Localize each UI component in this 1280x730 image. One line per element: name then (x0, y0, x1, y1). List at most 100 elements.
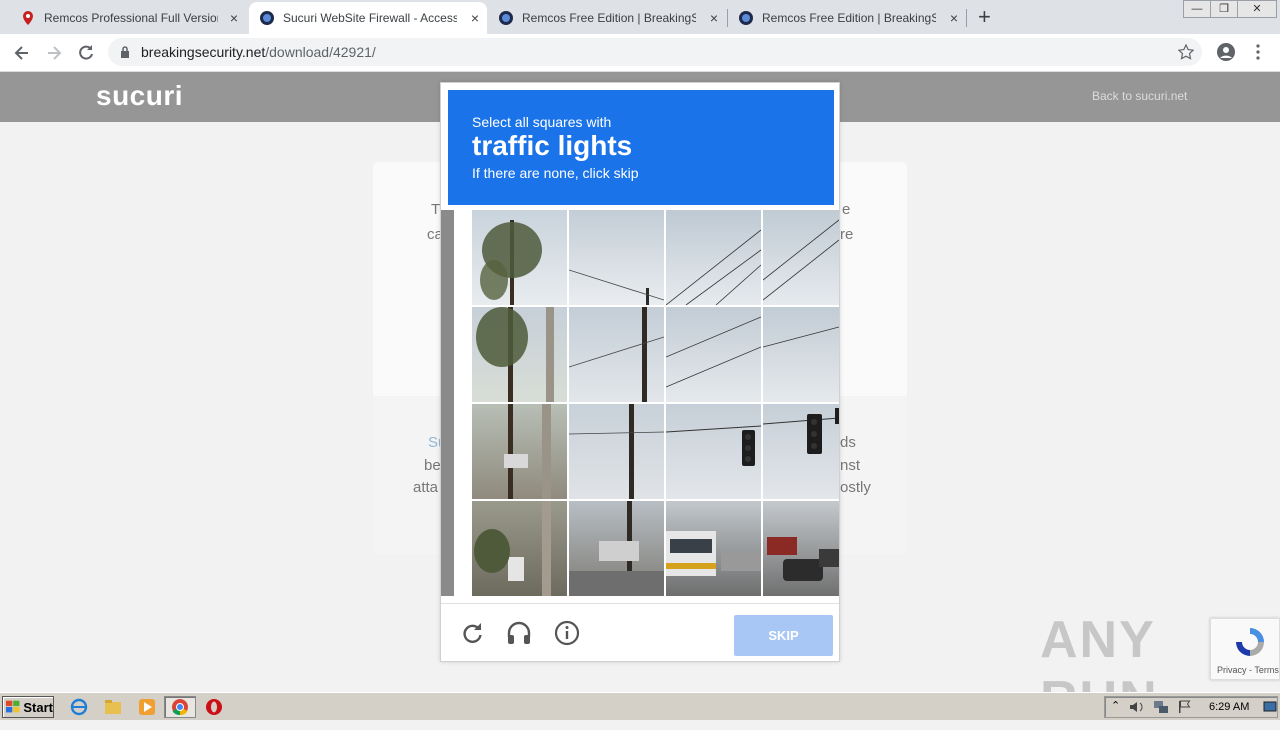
tree-image (480, 220, 542, 305)
captcha-tile[interactable] (569, 501, 664, 596)
tab-remcos-pro[interactable]: Remcos Professional Full Version Do × (10, 2, 246, 34)
captcha-tile[interactable] (472, 404, 567, 499)
instruction-line: If there are none, click skip (472, 165, 639, 181)
chrome-taskbar-button[interactable] (164, 696, 196, 718)
chrome-icon (172, 699, 188, 716)
address-bar[interactable]: breakingsecurity.net/download/42921/ (108, 38, 1202, 66)
browser-toolbar: breakingsecurity.net/download/42921/ (0, 34, 1280, 72)
lock-icon (121, 46, 129, 58)
url-path: /download/42921/ (265, 44, 376, 60)
tab-title: Sucuri WebSite Firewall - Access Den (283, 11, 457, 25)
info-icon[interactable] (554, 620, 580, 646)
image-edge-strip (441, 210, 454, 596)
captcha-tile[interactable] (569, 307, 664, 402)
opera-icon[interactable] (205, 698, 223, 716)
wires-image (666, 316, 761, 388)
close-icon[interactable]: × (230, 10, 238, 26)
reload-page-icon[interactable] (76, 43, 96, 63)
explorer-icon[interactable] (104, 698, 122, 716)
close-icon[interactable]: × (710, 10, 718, 26)
minimize-button[interactable]: — (1183, 0, 1211, 18)
captcha-image-grid (472, 210, 840, 596)
skip-button[interactable]: SKIP (734, 615, 833, 656)
captcha-tile[interactable] (569, 404, 664, 499)
traffic-light-image (763, 408, 839, 454)
menu-dots-icon[interactable] (1254, 43, 1262, 61)
captcha-tile[interactable] (763, 404, 839, 499)
street-image (474, 501, 551, 596)
card-text-fragment: T (431, 201, 441, 218)
card-text-fragment: atta (413, 479, 439, 496)
shield-favicon-icon (260, 11, 274, 25)
sucuri-logo[interactable]: sucuri (96, 80, 183, 112)
taskbar: Start ⌃ 6:29 AM (0, 692, 1280, 720)
card-text-fragment: re (840, 226, 854, 243)
captcha-tile[interactable] (763, 210, 839, 305)
privacy-terms-link[interactable]: Privacy - Terms (1217, 665, 1279, 675)
bus-image (666, 531, 761, 576)
captcha-tile[interactable] (569, 210, 664, 305)
card-text-fragment: e (842, 201, 851, 218)
cars-image (767, 537, 839, 581)
wires-image (763, 219, 839, 301)
captcha-tile[interactable] (472, 501, 567, 596)
action-center-flag-icon[interactable] (1177, 700, 1191, 714)
tab-title: Remcos Free Edition | BreakingSecur (762, 11, 936, 25)
traffic-light-image (666, 425, 761, 466)
recaptcha-logo-icon (1236, 628, 1264, 656)
captcha-tile[interactable] (666, 210, 761, 305)
shield-favicon-icon (499, 11, 513, 25)
headphones-icon[interactable] (506, 620, 532, 646)
tree-image (504, 404, 551, 499)
window-close-button[interactable]: ✕ (1237, 0, 1277, 18)
tab-title: Remcos Free Edition | BreakingSecur (522, 11, 696, 25)
reload-icon[interactable] (459, 620, 485, 646)
map-pin-icon (23, 11, 33, 25)
captcha-instructions: Select all squares with traffic lights I… (448, 90, 834, 205)
back-arrow-icon[interactable] (12, 43, 32, 63)
tab-strip: Remcos Professional Full Version Do × Su… (0, 0, 1280, 34)
windows-logo-icon (6, 700, 20, 713)
network-icon[interactable] (1153, 700, 1169, 714)
media-player-icon[interactable] (138, 698, 156, 716)
shield-favicon-icon (739, 11, 753, 25)
tab-remcos-free-1[interactable]: Remcos Free Edition | BreakingSecur × (488, 2, 726, 34)
captcha-challenge: Select all squares with traffic lights I… (440, 82, 840, 662)
tab-separator (966, 9, 967, 27)
close-icon[interactable]: × (471, 10, 479, 26)
tray-expand-icon[interactable]: ⌃ (1111, 699, 1120, 712)
ie-icon[interactable] (70, 698, 88, 716)
restore-button[interactable]: ❐ (1210, 0, 1238, 18)
forward-arrow-icon[interactable] (44, 43, 64, 63)
tab-sucuri[interactable]: Sucuri WebSite Firewall - Access Den × (249, 2, 487, 34)
recaptcha-badge[interactable]: Privacy - Terms (1210, 618, 1280, 680)
start-button[interactable]: Start (2, 696, 54, 718)
utility-pole-image (569, 404, 664, 499)
new-tab-button[interactable]: + (978, 4, 991, 30)
start-label: Start (23, 699, 53, 715)
sky-image (569, 269, 664, 305)
captcha-tile[interactable] (763, 307, 839, 402)
card-text-fragment: ostly (840, 479, 871, 496)
profile-avatar-icon[interactable] (1216, 42, 1236, 62)
card-text-fragment: be (424, 457, 441, 474)
captcha-tile[interactable] (666, 501, 761, 596)
back-to-sucuri-link[interactable]: Back to sucuri.net (1092, 89, 1187, 103)
wires-image (763, 326, 839, 348)
clock[interactable]: 6:29 AM (1209, 701, 1249, 713)
captcha-tile[interactable] (666, 404, 761, 499)
captcha-tile[interactable] (472, 210, 567, 305)
captcha-tile[interactable] (472, 307, 567, 402)
card-text-fragment: nst (840, 457, 861, 474)
tab-remcos-free-2[interactable]: Remcos Free Edition | BreakingSecur × (728, 2, 966, 34)
card-text-fragment: ds (840, 434, 856, 451)
captcha-tile[interactable] (763, 501, 839, 596)
volume-icon[interactable] (1129, 700, 1145, 714)
close-icon[interactable]: × (950, 10, 958, 26)
captcha-target: traffic lights (472, 130, 633, 161)
show-desktop-icon[interactable] (1263, 700, 1277, 714)
captcha-tile[interactable] (666, 307, 761, 402)
bookmark-star-icon[interactable] (1178, 44, 1194, 60)
captcha-footer: SKIP (441, 603, 839, 662)
utility-pole-image (569, 307, 664, 402)
